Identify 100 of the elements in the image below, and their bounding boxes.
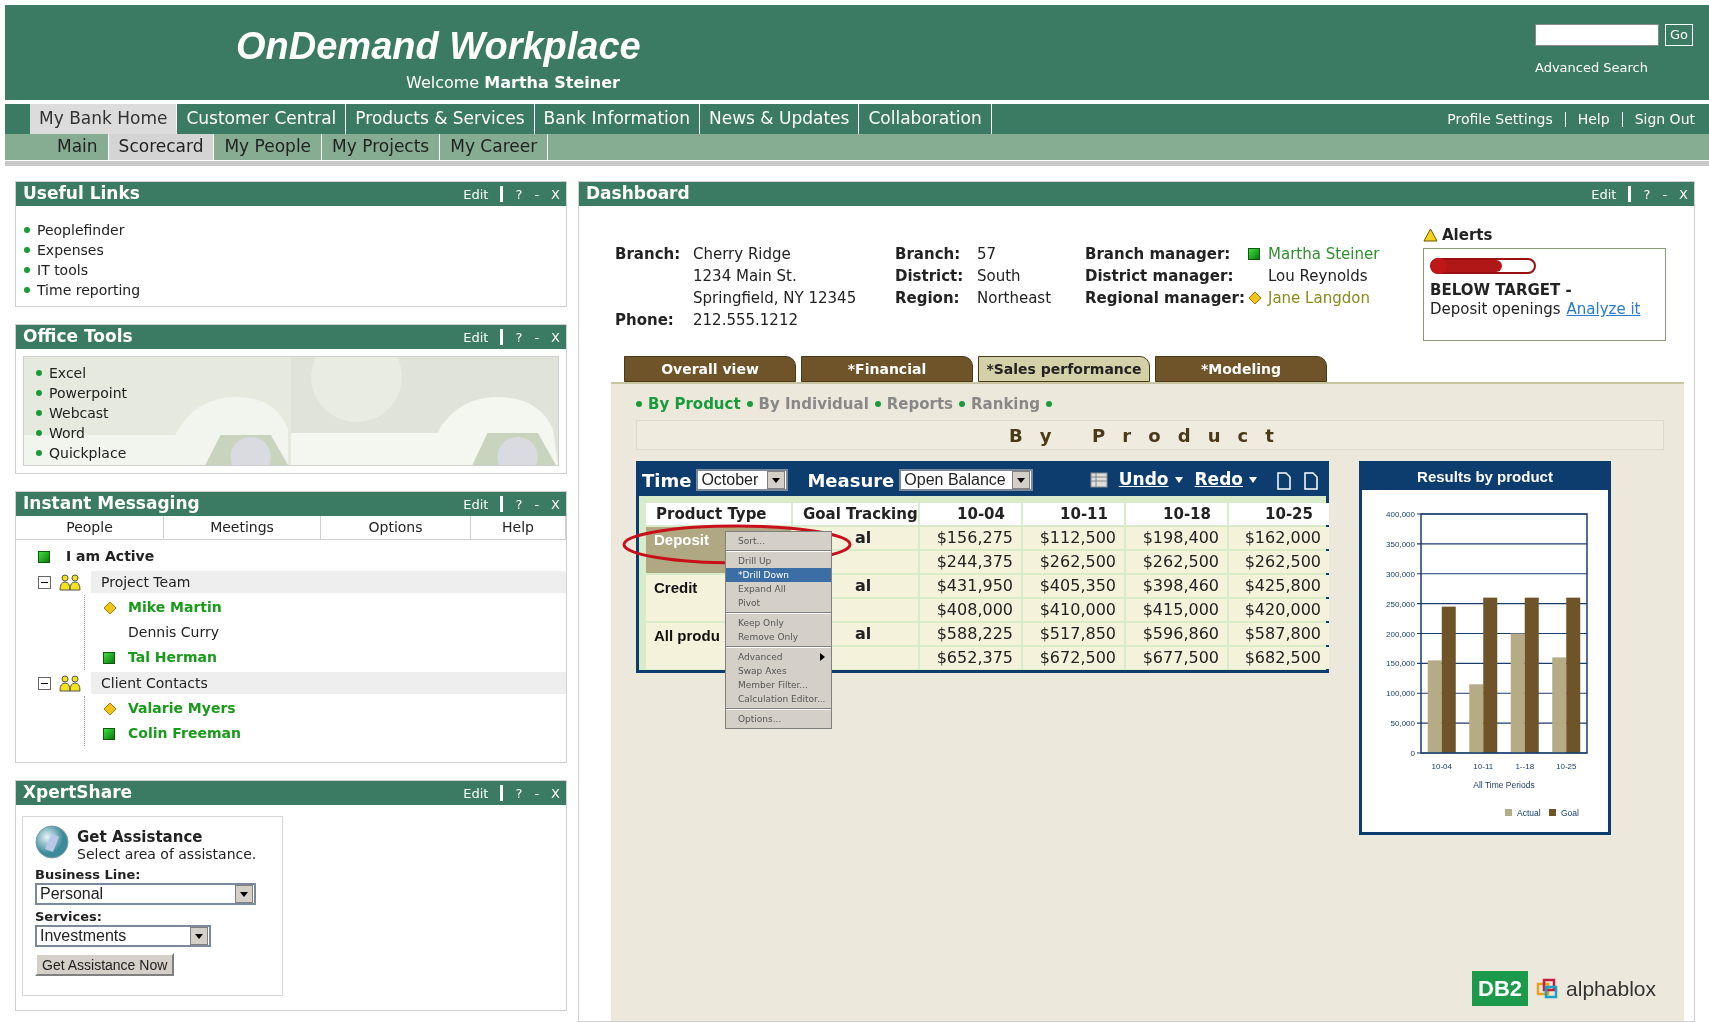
view-link[interactable]: Ranking [971,392,1040,416]
collapse-icon[interactable] [38,676,51,690]
group-label[interactable]: Client Contacts [91,672,566,694]
contact-name[interactable]: Colin Freeman [128,723,241,744]
contact-name[interactable]: Dennis Curry [128,622,219,643]
subnav-tab[interactable]: My People [214,134,323,160]
collapse-icon[interactable] [38,575,51,589]
edit-link[interactable]: Edit [1591,187,1617,201]
contact-name[interactable]: Tal Herman [128,647,217,668]
dashboard-tab[interactable]: Overall view [624,356,796,382]
menu-item[interactable]: Options... [726,712,831,726]
search-field[interactable] [1534,24,1659,46]
subnav-tab[interactable]: Main [47,134,109,160]
help-button[interactable]: ? [515,330,523,344]
table-cell: $517,850 [1023,623,1124,645]
edit-link[interactable]: Edit [463,187,489,201]
link-item[interactable]: Powerpoint [49,382,128,404]
link-item[interactable]: IT tools [37,259,88,281]
link-item[interactable]: Excel [49,362,87,384]
table-cell: $198,400 [1126,527,1227,549]
assistance-subtitle: Select area of assistance. [77,846,257,863]
table-cell: $588,225 [920,623,1021,645]
bullet-icon [959,401,966,407]
info-label: Phone: [615,310,675,331]
help-button[interactable]: ? [515,497,523,511]
close-button[interactable]: X [551,786,560,800]
status-label[interactable]: I am Active [66,546,155,567]
column-header: Goal Tracking [793,503,918,525]
help-button[interactable]: ? [515,187,523,201]
edit-link[interactable]: Edit [463,330,489,344]
assistance-title: Get Assistance [77,828,204,846]
tab[interactable]: Meetings [164,516,321,539]
toolbar-label: Measure [807,468,895,493]
close-button[interactable]: X [1679,187,1688,201]
view-link[interactable]: By Product [648,392,741,416]
axis-title: All Time Periods [1473,780,1535,790]
bullet-icon [36,410,42,416]
menu-item[interactable]: Calculation Editor... [726,692,831,706]
nav-link[interactable]: Profile Settings [1447,108,1553,130]
tab[interactable]: Help [471,516,566,539]
select-field[interactable]: Personal [35,883,256,905]
view-link[interactable]: By Individual [758,392,869,416]
dashboard-tab[interactable]: *Sales performance [978,356,1150,382]
go-button[interactable]: Go [1664,24,1693,46]
info-label: Branch: [615,244,682,265]
table-cell: $425,800 [1229,575,1329,597]
tab[interactable]: People [16,516,164,539]
view-link[interactable]: Reports [886,392,954,416]
minimize-button[interactable]: - [534,187,540,201]
subnav-tab[interactable]: My Career [440,134,549,160]
group-label[interactable]: Project Team [91,571,566,593]
link-item[interactable]: Peoplefinder [37,219,125,241]
minimize-button[interactable]: - [534,330,540,344]
link-item[interactable]: Word [49,422,85,444]
nav-tab[interactable]: My Bank Home [30,104,178,134]
help-button[interactable]: ? [1643,187,1651,201]
contact-name[interactable]: Valarie Myers [128,698,236,719]
dashboard-tab[interactable]: *Modeling [1155,356,1327,382]
close-button[interactable]: X [551,330,560,344]
nav-link[interactable]: Sign Out [1634,108,1695,130]
undo-link[interactable]: Undo [1118,467,1169,493]
minimize-button[interactable]: - [534,786,540,800]
edit-link[interactable]: Edit [463,786,489,800]
close-button[interactable]: X [551,497,560,511]
table-cell: $420,000 [1229,599,1329,621]
grid-icon [1089,472,1108,488]
tab[interactable]: Options [321,516,471,539]
nav-link[interactable]: Help [1577,108,1610,130]
subnav-tab[interactable]: My Projects [322,134,441,160]
column-header: Product Type [646,503,791,525]
bullet-icon [24,287,30,293]
dashboard-tab[interactable]: *Financial [801,356,973,382]
close-button[interactable]: X [551,187,560,201]
column-header: 10-18 [1126,503,1227,525]
table-cell: $162,000 [1229,527,1329,549]
menu-item[interactable]: *Drill Down [726,568,831,582]
edit-link[interactable]: Edit [463,497,489,511]
time-select[interactable]: October [696,469,789,491]
menu-item[interactable]: Member Filter... [726,678,831,692]
link-item[interactable]: Quickplace [49,442,127,464]
analyze-link[interactable]: Analyze it [1566,300,1641,319]
contact-name[interactable]: Mike Martin [128,597,222,618]
minimize-button[interactable]: - [1662,187,1668,201]
table-cell: $112,500 [1023,527,1124,549]
advanced-search-link[interactable]: Advanced Search [1534,58,1648,78]
help-button[interactable]: ? [515,786,523,800]
link-item[interactable]: Time reporting [37,279,141,301]
subnav-tab[interactable]: Scorecard [108,134,215,160]
redo-link[interactable]: Redo [1194,467,1243,493]
welcome-text: Welcome Martha Steiner [406,72,621,94]
select-field[interactable]: Investments [35,925,211,947]
link-item[interactable]: Webcast [49,402,109,424]
info-label: Regional manager: [1085,288,1246,309]
alert-heading: BELOW TARGET - [1430,281,1573,300]
minimize-button[interactable]: - [534,497,540,511]
get-assistance-button[interactable]: Get Assistance Now [35,953,175,976]
table-cell: $262,500 [1023,551,1124,573]
chart-title: Results by product [1417,466,1553,487]
link-item[interactable]: Expenses [37,239,104,261]
measure-select[interactable]: Open Balance [899,469,1034,491]
